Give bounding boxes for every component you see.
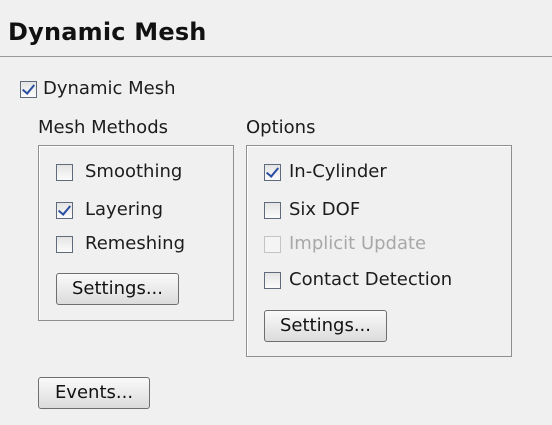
six-dof-checkbox[interactable] (264, 201, 281, 219)
six-dof-checkbox-row[interactable]: Six DOF (264, 197, 360, 223)
remeshing-label: Remeshing (85, 233, 186, 254)
mesh-methods-settings-button[interactable]: Settings... (56, 273, 179, 305)
remeshing-checkbox[interactable] (56, 235, 73, 253)
mesh-methods-group-label: Mesh Methods (38, 117, 168, 138)
six-dof-label: Six DOF (289, 199, 361, 220)
title-divider (0, 56, 552, 57)
layering-label: Layering (85, 199, 164, 220)
implicit-update-checkbox (264, 235, 281, 253)
implicit-update-checkbox-row: Implicit Update (264, 231, 426, 257)
layering-checkbox[interactable] (56, 201, 73, 219)
contact-detection-checkbox[interactable] (264, 271, 281, 289)
smoothing-checkbox[interactable] (56, 163, 73, 181)
dynamic-mesh-checkbox-row[interactable]: Dynamic Mesh (20, 76, 176, 102)
in-cylinder-checkbox[interactable] (264, 163, 281, 181)
smoothing-checkbox-row[interactable]: Smoothing (56, 159, 182, 185)
dynamic-mesh-checkbox[interactable] (20, 80, 37, 98)
contact-detection-label: Contact Detection (289, 269, 453, 290)
smoothing-label: Smoothing (85, 161, 183, 182)
in-cylinder-checkbox-row[interactable]: In-Cylinder (264, 159, 387, 185)
options-group-label: Options (246, 117, 316, 138)
dynamic-mesh-label: Dynamic Mesh (43, 78, 176, 99)
options-settings-button[interactable]: Settings... (264, 310, 387, 342)
implicit-update-label: Implicit Update (289, 233, 427, 254)
remeshing-checkbox-row[interactable]: Remeshing (56, 231, 185, 257)
events-button[interactable]: Events... (38, 377, 150, 409)
panel-title: Dynamic Mesh (8, 18, 207, 46)
contact-detection-checkbox-row[interactable]: Contact Detection (264, 267, 452, 293)
in-cylinder-label: In-Cylinder (289, 161, 387, 182)
layering-checkbox-row[interactable]: Layering (56, 197, 163, 223)
